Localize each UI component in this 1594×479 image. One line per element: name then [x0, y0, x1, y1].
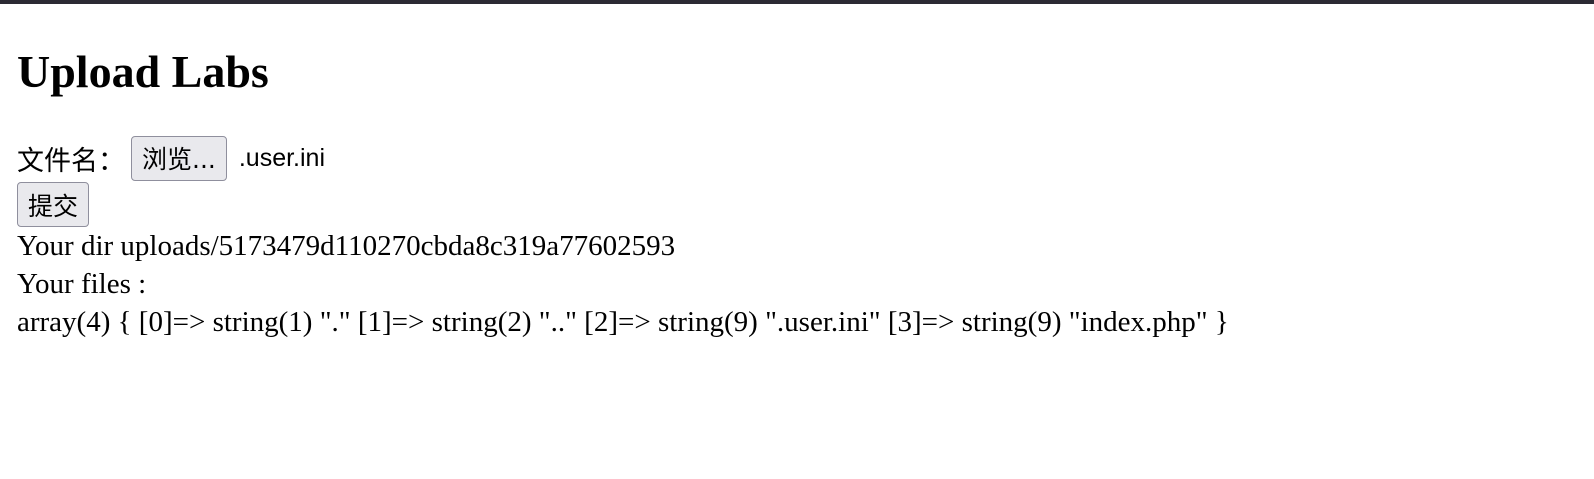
browse-button[interactable]: 浏览... — [131, 135, 227, 181]
upload-dir-text: Your dir uploads/5173479d110270cbda8c319… — [17, 230, 676, 262]
selected-file-name: .user.ini — [238, 143, 326, 172]
submit-button[interactable]: 提交 — [17, 182, 90, 227]
upload-form: 文件名： 浏览... .user.ini 提交 — [17, 135, 1229, 227]
page-title: Upload Labs — [17, 46, 269, 97]
files-dump: array(4) { [0]=> string(1) "." [1]=> str… — [17, 306, 1229, 338]
files-label: Your files : — [17, 268, 147, 300]
page-content: Upload Labs 文件名： 浏览... .user.ini 提交 Your… — [17, 4, 1229, 341]
file-input-row: 文件名： 浏览... .user.ini — [17, 135, 1229, 181]
file-label: 文件名： — [17, 145, 125, 177]
